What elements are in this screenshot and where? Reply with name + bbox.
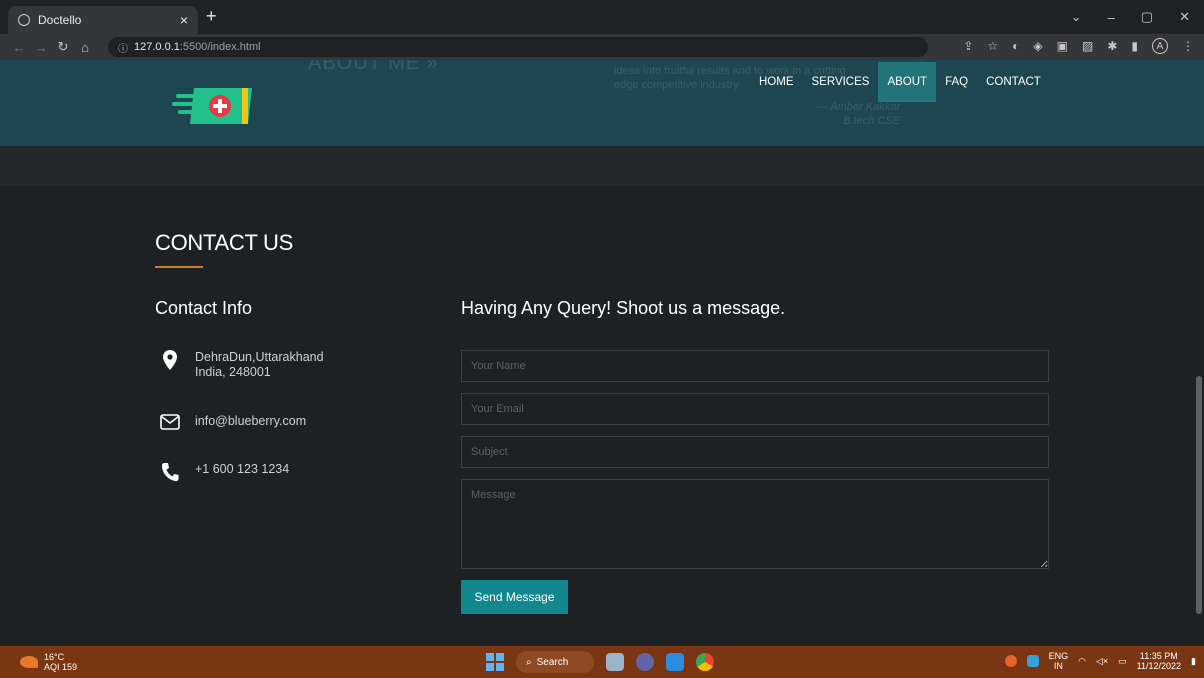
title-underline — [155, 266, 203, 268]
home-icon[interactable]: ⌂ — [74, 40, 96, 55]
notifications-icon[interactable]: ▮ — [1191, 656, 1196, 667]
site-info-icon[interactable]: ⓘ — [118, 40, 128, 55]
email-input[interactable] — [461, 393, 1049, 425]
temperature: 16°C — [44, 652, 65, 662]
nav-about[interactable]: ABOUT — [878, 62, 937, 102]
vscode-icon[interactable] — [666, 653, 684, 671]
nav-faq[interactable]: FAQ — [936, 62, 977, 102]
ghost-quote-author: — Amber Kakkar B.tech CSE — [816, 101, 900, 127]
system-tray: ENG IN ◠ ◁× ▭ 11:35 PM 11/12/2022 ▮ — [1004, 651, 1196, 671]
aqi: AQI 159 — [44, 662, 78, 672]
tab-favicon-icon — [18, 14, 30, 26]
back-icon[interactable]: ← — [8, 40, 30, 55]
message-textarea[interactable] — [461, 479, 1049, 569]
contact-section: CONTACT US Contact Info DehraDun,Uttarak… — [0, 186, 1204, 646]
volume-muted-icon[interactable]: ◁× — [1096, 656, 1108, 667]
browser-tab[interactable]: Doctello × — [8, 6, 198, 34]
tab-search-icon[interactable]: ⌄ — [1071, 9, 1082, 25]
contact-info-title: Contact Info — [155, 298, 253, 318]
taskbar-search[interactable]: ⌕ Search — [516, 651, 594, 673]
subject-input[interactable] — [461, 436, 1049, 468]
forward-icon[interactable]: → — [30, 40, 52, 55]
envelope-icon — [155, 414, 185, 430]
windows-start-icon[interactable] — [486, 653, 504, 671]
tab-title: Doctello — [38, 13, 82, 27]
form-title: Having Any Query! Shoot us a message. — [461, 298, 786, 318]
task-view-icon[interactable] — [606, 653, 624, 671]
nav-services[interactable]: SERVICES — [803, 62, 879, 102]
name-input[interactable] — [461, 350, 1049, 382]
tab-close-icon[interactable]: × — [180, 12, 188, 28]
new-tab-button[interactable]: + — [206, 6, 217, 27]
main-nav: HOME SERVICES ABOUT FAQ CONTACT — [750, 62, 1050, 102]
extension-icon[interactable]: ▨ — [1082, 39, 1093, 53]
tray-app-icon[interactable] — [1026, 655, 1039, 667]
wifi-icon[interactable]: ◠ — [1078, 656, 1086, 667]
address-row: DehraDun,Uttarakhand India, 248001 — [155, 350, 324, 380]
doctello-logo-icon[interactable] — [172, 82, 256, 126]
time: 11:35 PM — [1139, 651, 1178, 661]
battery-icon[interactable]: ▭ — [1118, 656, 1127, 667]
taskbar-search-label: Search — [536, 656, 569, 668]
contact-email[interactable]: info@blueberry.com — [195, 414, 306, 429]
section-divider-band — [0, 146, 1204, 186]
url-host: 127.0.0.1 — [134, 41, 180, 53]
extension-icon[interactable]: ◐ — [1012, 39, 1019, 53]
browser-tab-strip: Doctello × + ⌄ – ▢ ✕ — [0, 0, 1204, 34]
email-row: info@blueberry.com — [155, 414, 306, 430]
profile-avatar[interactable]: A — [1152, 38, 1168, 54]
browser-menu-icon[interactable]: ⋮ — [1182, 39, 1194, 53]
site-header: ABOUT ME » ideas into fruitful results a… — [0, 60, 1204, 146]
extensions-puzzle-icon[interactable]: ✱ — [1107, 39, 1117, 53]
location-pin-icon — [155, 350, 185, 370]
search-icon: ⌕ — [526, 656, 532, 668]
extension-icon[interactable]: ◈ — [1033, 39, 1042, 53]
minimize-icon[interactable]: – — [1108, 10, 1115, 25]
url-path: :5500/index.html — [179, 41, 261, 53]
chrome-icon[interactable] — [696, 653, 714, 671]
contact-title: CONTACT US — [155, 230, 293, 255]
side-panel-icon[interactable]: ▮ — [1131, 39, 1138, 53]
teams-chat-icon[interactable] — [636, 653, 654, 671]
ghost-about-heading: ABOUT ME » — [308, 60, 439, 74]
clock[interactable]: 11:35 PM 11/12/2022 — [1137, 651, 1181, 671]
lang-region: IN — [1053, 661, 1063, 671]
windows-taskbar: 16°C AQI 159 ⌕ Search ENG IN ◠ ◁× ▭ 11:3… — [0, 646, 1204, 678]
weather-widget[interactable]: 16°C AQI 159 — [20, 652, 77, 672]
nav-contact[interactable]: CONTACT — [977, 62, 1050, 102]
lang-code: ENG — [1048, 651, 1069, 661]
tray-app-icon[interactable] — [1004, 655, 1017, 667]
browser-toolbar: ← → ↻ ⌂ ⓘ 127.0.0.1:5500/index.html ⇪ ☆ … — [0, 34, 1204, 60]
send-message-button[interactable]: Send Message — [461, 580, 568, 614]
maximize-icon[interactable]: ▢ — [1141, 9, 1153, 25]
address-line2: India, 248001 — [195, 365, 271, 379]
extension-icon[interactable]: ▣ — [1057, 39, 1068, 53]
weather-icon — [20, 656, 38, 668]
close-window-icon[interactable]: ✕ — [1179, 9, 1190, 25]
share-icon[interactable]: ⇪ — [963, 39, 973, 53]
contact-phone[interactable]: +1 600 123 1234 — [195, 462, 289, 477]
phone-row: +1 600 123 1234 — [155, 462, 289, 482]
extension-icons: ⇪ ☆ ◐ ◈ ▣ ▨ ✱ ▮ A ⋮ — [963, 38, 1194, 54]
language-indicator[interactable]: ENG IN — [1049, 651, 1069, 671]
phone-icon — [155, 462, 185, 482]
reload-icon[interactable]: ↻ — [52, 39, 74, 55]
taskbar-apps: ⌕ Search — [486, 651, 714, 673]
date: 11/12/2022 — [1136, 661, 1182, 671]
nav-home[interactable]: HOME — [750, 62, 803, 102]
address-bar[interactable]: ⓘ 127.0.0.1:5500/index.html — [108, 37, 928, 57]
address-line1: DehraDun,Uttarakhand — [195, 350, 324, 364]
page-scrollbar-thumb[interactable] — [1196, 376, 1202, 614]
bookmark-star-icon[interactable]: ☆ — [987, 39, 998, 53]
window-controls: ⌄ – ▢ ✕ — [1071, 0, 1204, 34]
